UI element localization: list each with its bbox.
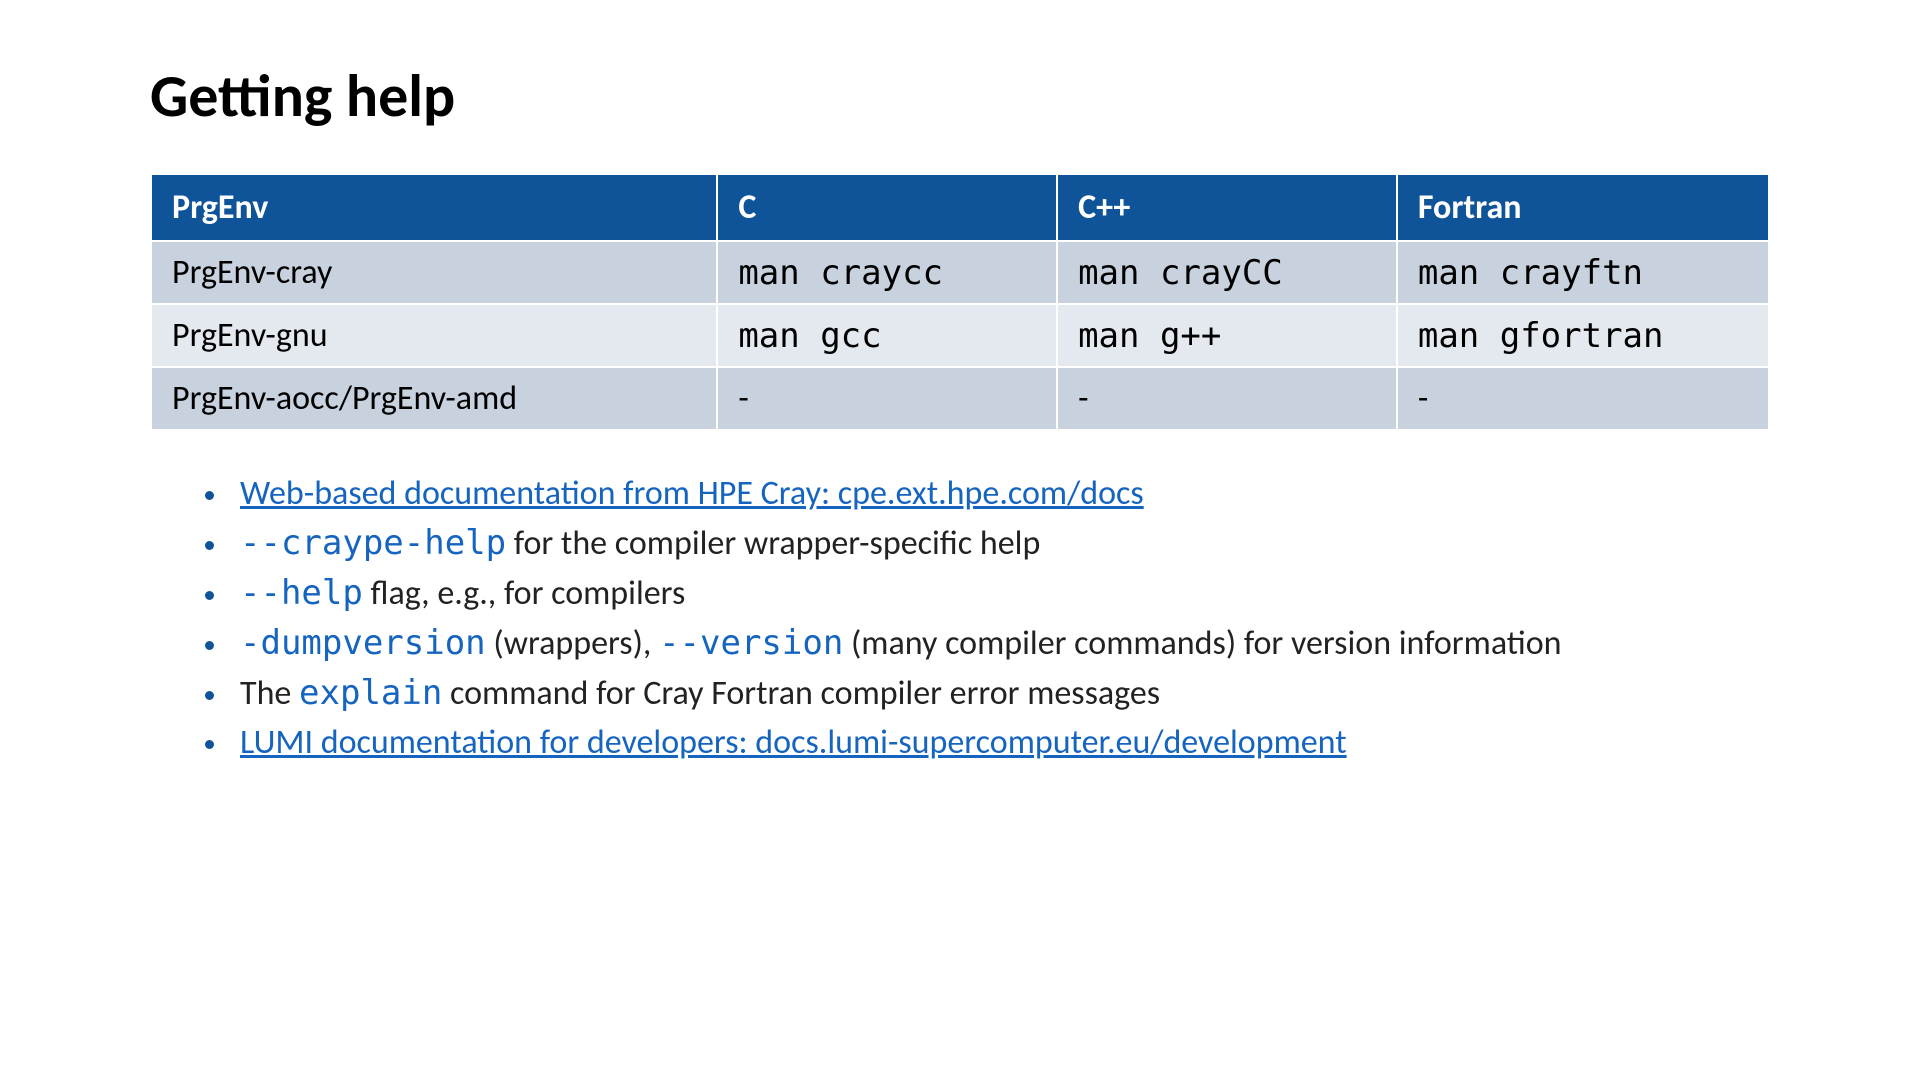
cell-c: man gcc: [717, 304, 1057, 367]
cell-cpp: -: [1057, 367, 1397, 430]
doc-link-lumi[interactable]: LUMI documentation for developers: docs.…: [240, 722, 1347, 763]
code-craype-help: --craype-help: [240, 523, 506, 563]
bullet-list: Web-based documentation from HPE Cray: c…: [210, 471, 1770, 766]
doc-link-hpe[interactable]: Web-based documentation from HPE Cray: c…: [240, 473, 1144, 514]
cell-env: PrgEnv-cray: [151, 241, 717, 304]
cell-env: PrgEnv-gnu: [151, 304, 717, 367]
text: The: [240, 673, 299, 714]
page-title: Getting help: [150, 60, 1770, 133]
table-row: PrgEnv-gnu man gcc man g++ man gfortran: [151, 304, 1769, 367]
list-item: -dumpversion (wrappers), --version (many…: [230, 621, 1770, 667]
list-item: --help flag, e.g., for compilers: [230, 571, 1770, 617]
text: flag, e.g., for compilers: [363, 573, 685, 614]
help-table: PrgEnv C C++ Fortran PrgEnv-cray man cra…: [150, 173, 1770, 431]
cell-fortran: man gfortran: [1397, 304, 1769, 367]
text: (wrappers),: [486, 623, 659, 664]
list-item: Web-based documentation from HPE Cray: c…: [230, 471, 1770, 517]
cell-cpp: man crayCC: [1057, 241, 1397, 304]
table-header-row: PrgEnv C C++ Fortran: [151, 174, 1769, 241]
list-item: --craype-help for the compiler wrapper-s…: [230, 521, 1770, 567]
header-fortran: Fortran: [1397, 174, 1769, 241]
cell-c: man craycc: [717, 241, 1057, 304]
table-row: PrgEnv-aocc/PrgEnv-amd - - -: [151, 367, 1769, 430]
code-help-flag: --help: [240, 573, 363, 613]
code-explain: explain: [299, 673, 442, 713]
cell-env: PrgEnv-aocc/PrgEnv-amd: [151, 367, 717, 430]
header-cpp: C++: [1057, 174, 1397, 241]
text: (many compiler commands) for version inf…: [843, 623, 1561, 664]
cell-fortran: man crayftn: [1397, 241, 1769, 304]
cell-c: -: [717, 367, 1057, 430]
text: command for Cray Fortran compiler error …: [442, 673, 1160, 714]
text: for the compiler wrapper-specific help: [506, 523, 1040, 564]
code-version: --version: [659, 623, 843, 663]
cell-cpp: man g++: [1057, 304, 1397, 367]
code-dumpversion: -dumpversion: [240, 623, 486, 663]
header-prgenv: PrgEnv: [151, 174, 717, 241]
table-row: PrgEnv-cray man craycc man crayCC man cr…: [151, 241, 1769, 304]
header-c: C: [717, 174, 1057, 241]
list-item: The explain command for Cray Fortran com…: [230, 671, 1770, 717]
list-item: LUMI documentation for developers: docs.…: [230, 720, 1770, 766]
cell-fortran: -: [1397, 367, 1769, 430]
